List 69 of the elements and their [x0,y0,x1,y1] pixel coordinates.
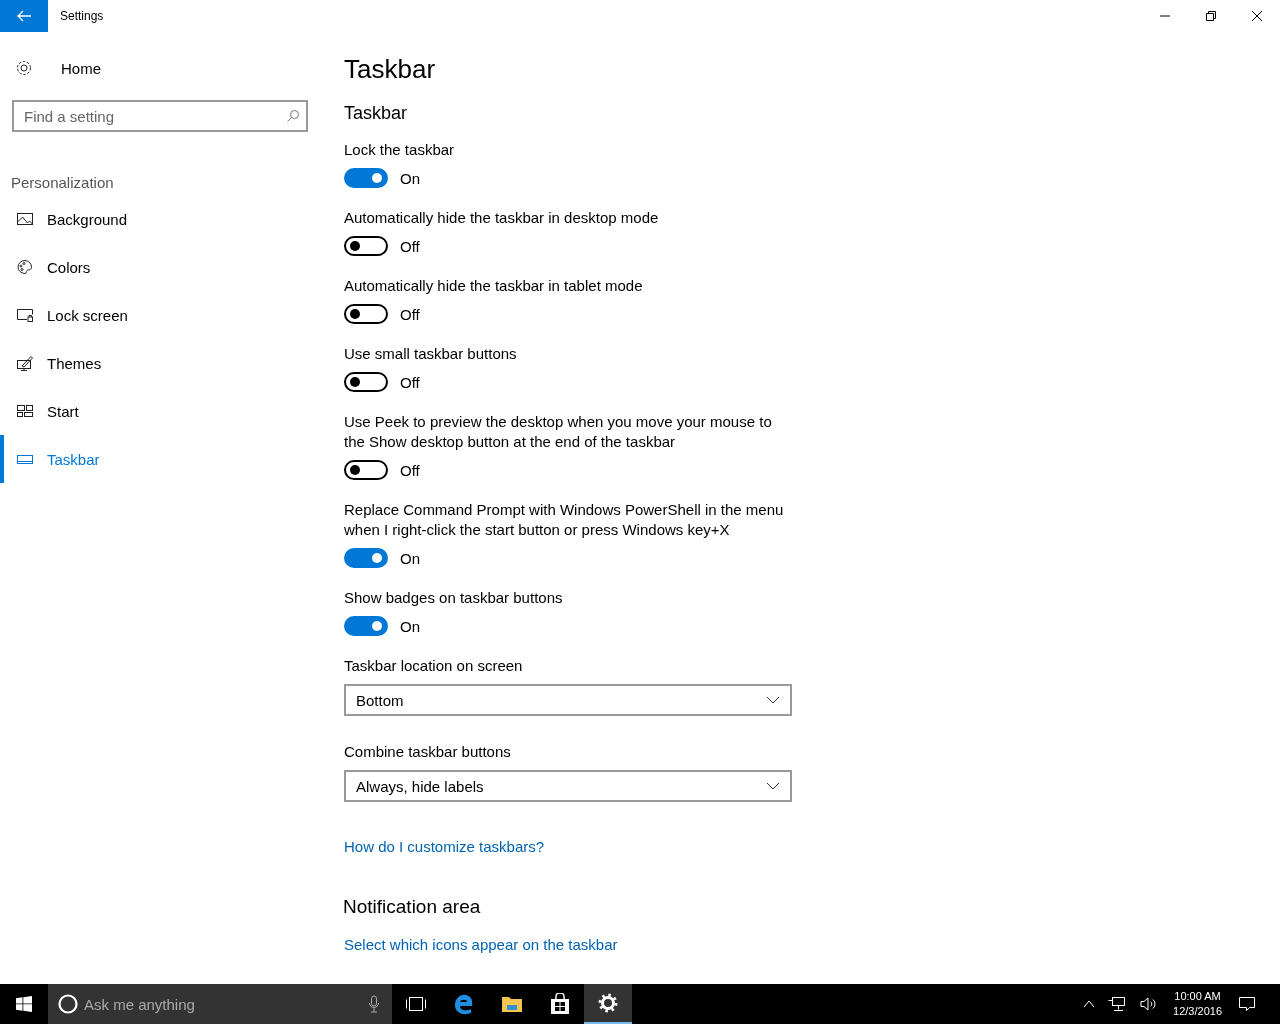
tiles-icon [16,403,34,419]
toggle-state: Off [400,305,420,323]
gear-icon [15,59,33,77]
toggle-state: On [400,549,420,567]
window-title: Settings [60,9,104,23]
sidebar-item[interactable]: Colors [0,243,320,291]
dropdown[interactable]: Bottom [344,684,792,716]
restore-icon [1205,10,1217,22]
search-field[interactable]: Find a setting [12,100,308,132]
network-icon[interactable] [1107,995,1128,1013]
sidebar-item[interactable]: Themes [0,339,320,387]
page-title: Taskbar [344,54,437,85]
toggle-state: On [400,169,420,187]
circle-icon [58,994,78,1014]
toggle-switch[interactable] [344,616,388,636]
help-link[interactable]: How do I customize taskbars? [344,838,545,855]
clock-time[interactable]: 10:00 AM [1174,989,1221,1004]
clock-date[interactable]: 12/3/2016 [1173,1004,1222,1019]
shopping-bag-icon [550,993,570,1015]
sidebar-item[interactable]: Taskbar [0,435,320,483]
lock-screen-icon [16,307,34,323]
back-button[interactable] [0,0,48,32]
sidebar-item[interactable]: Lock screen [0,291,320,339]
back-arrow-icon [16,8,32,24]
windows-logo-icon [16,996,32,1012]
toggle-switch[interactable] [344,304,388,324]
chevron-down-icon [766,696,780,704]
toggle-state: Off [400,461,420,479]
picture-icon [16,211,34,227]
close-icon [1251,10,1263,22]
toggle-switch[interactable] [344,460,388,480]
setting-label: Use Peek to preview the desktop when you move your mouse to the Show desktop button at the end of the taskbar [344,412,773,452]
section-heading: Taskbar [344,103,409,124]
brush-icon [16,355,34,371]
toggle-switch[interactable] [344,548,388,568]
microphone-icon [368,995,380,1013]
toggle-state: Off [400,237,420,255]
sidebar-item[interactable]: Background [0,195,320,243]
settings-icon [598,993,618,1013]
chevron-up-icon[interactable] [1083,999,1096,1009]
setting-label: Automatically hide the taskbar in desktop mode [344,208,660,228]
search-icon [286,109,300,123]
notification-icons-link[interactable]: Select which icons appear on the taskbar [344,936,618,953]
sidebar-item[interactable]: Start [0,387,320,435]
dropdown[interactable]: Always, hide labels [344,770,792,802]
setting-label: Use small taskbar buttons [344,344,518,364]
setting-label: Taskbar location on screen [344,656,524,676]
toggle-state: Off [400,373,420,391]
toggle-switch[interactable] [344,236,388,256]
taskbar-search-field[interactable]: Ask me anything [48,984,392,1024]
setting-label: Automatically hide the taskbar in tablet mode [344,276,644,296]
folder-icon [501,994,523,1014]
task-view-icon [405,995,427,1013]
chevron-down-icon [766,782,780,790]
setting-label: Show badges on taskbar buttons [344,588,564,608]
speaker-icon[interactable] [1139,996,1158,1012]
settings-button[interactable] [584,984,632,1024]
home-nav-item[interactable]: Home [0,52,101,84]
group-heading: Personalization [11,174,115,191]
speech-bubble-icon[interactable] [1238,995,1256,1013]
section-heading: Notification area [343,896,482,918]
setting-label: Lock the taskbar [344,140,456,160]
toggle-switch[interactable] [344,372,388,392]
palette-icon [16,259,34,275]
setting-label: Combine taskbar buttons [344,742,512,762]
setting-label: Replace Command Prompt with Windows PowerShell in the menu when I right-click the start button or press Windows key+X [344,500,785,540]
toggle-state: On [400,617,420,635]
letter-e-icon [453,993,475,1015]
toggle-switch[interactable] [344,168,388,188]
